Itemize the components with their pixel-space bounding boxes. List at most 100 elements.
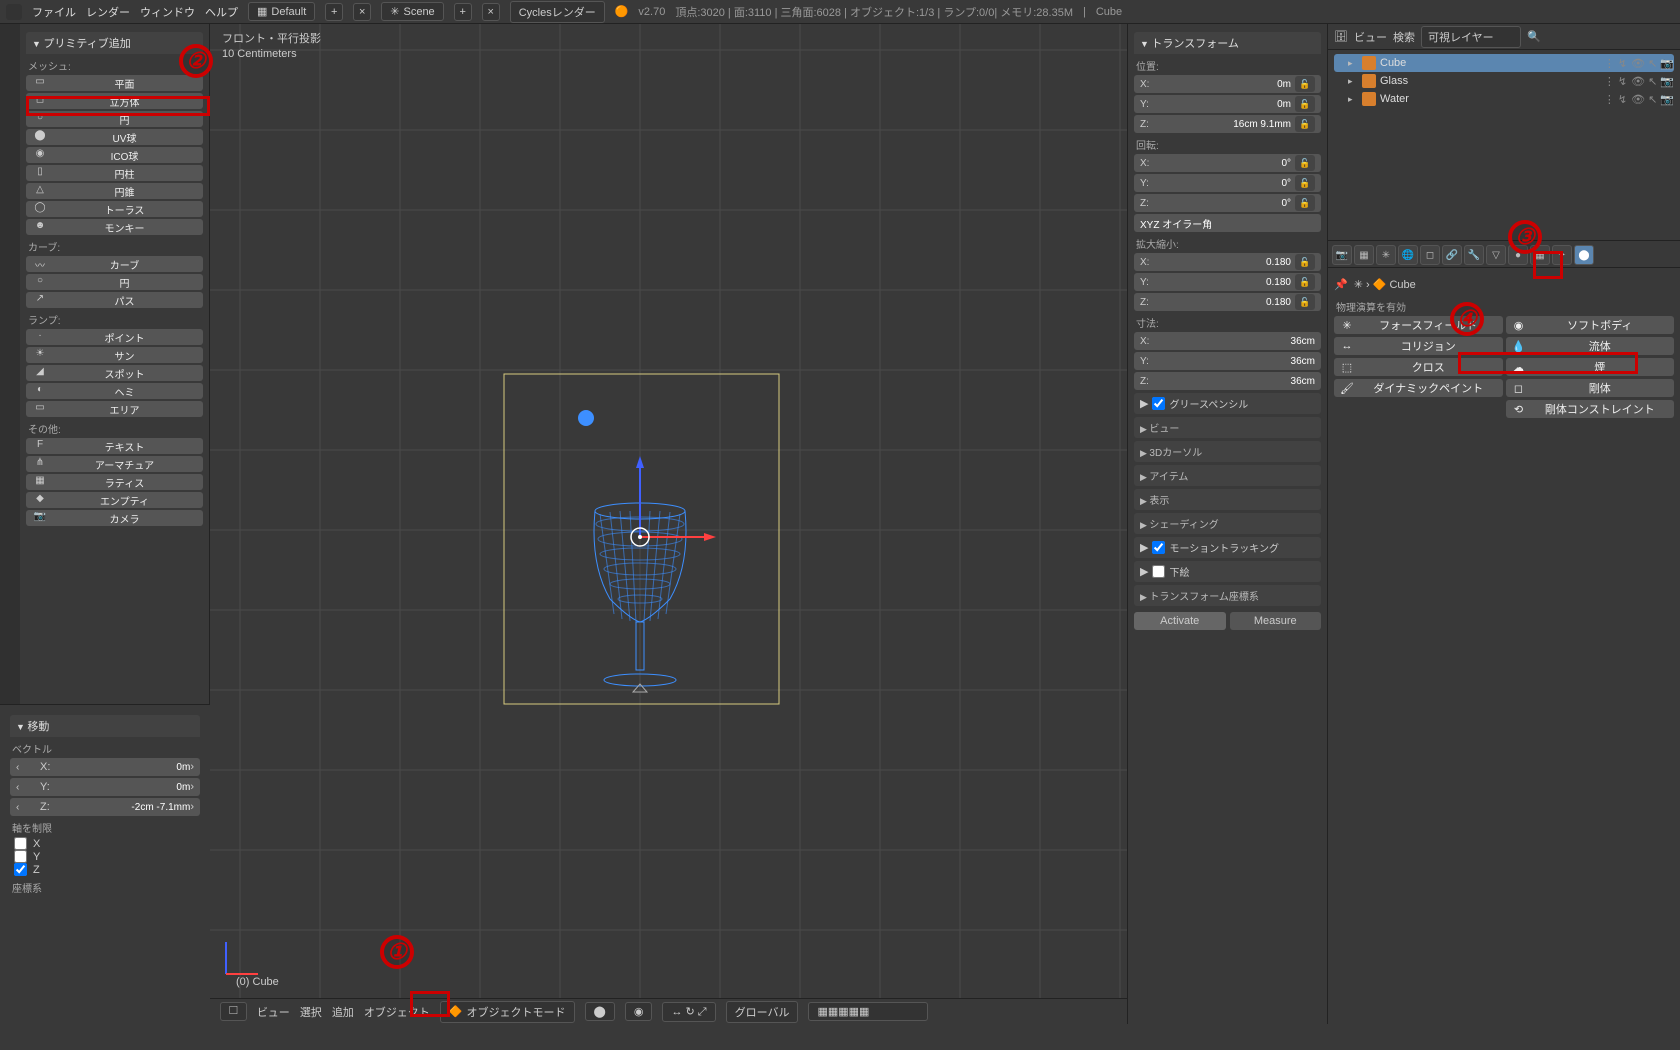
menu-file[interactable]: ファイル xyxy=(32,4,76,20)
cursor-icon[interactable]: ↖ xyxy=(1648,75,1657,88)
curve-item-0[interactable]: 〰カーブ xyxy=(26,256,203,272)
vec-y[interactable]: ‹Y:0m› xyxy=(10,778,200,796)
tab-scene[interactable]: ✳ xyxy=(1376,245,1396,265)
physics-クロス[interactable]: ⬚クロス xyxy=(1334,358,1503,376)
curve-item-2[interactable]: ↗パス xyxy=(26,292,203,308)
physics-ソフトボディ[interactable]: ◉ソフトボディ xyxy=(1506,316,1675,334)
scl-x[interactable]: X:0.180🔓 xyxy=(1134,253,1321,271)
outliner-row-cube[interactable]: ▸Cube⋮ ↯👁↖📷 xyxy=(1334,54,1674,72)
dim-x[interactable]: X:36cm xyxy=(1134,332,1321,350)
tab-modifiers[interactable]: 🔧 xyxy=(1464,245,1484,265)
vf-view[interactable]: ビュー xyxy=(257,1004,290,1020)
pin-icon[interactable]: 📌 xyxy=(1334,278,1348,291)
editor-type-icon[interactable]: 🞎 xyxy=(220,1002,247,1021)
mesh-item-1[interactable]: ◻立方体 xyxy=(26,93,203,109)
n-section-3[interactable]: アイテム xyxy=(1134,465,1321,486)
vf-add[interactable]: 追加 xyxy=(332,1004,354,1020)
pivot-select[interactable]: ◉ xyxy=(625,1002,653,1021)
rot-x[interactable]: X:0°🔓 xyxy=(1134,154,1321,172)
other-item-0[interactable]: Fテキスト xyxy=(26,438,203,454)
viewport-3d[interactable]: フロント・平行投影 10 Centimeters xyxy=(210,24,1127,1024)
mesh-item-8[interactable]: ☻モンキー xyxy=(26,219,203,235)
vf-object[interactable]: オブジェクト xyxy=(364,1004,430,1020)
layout-add[interactable]: + xyxy=(325,3,343,21)
lamp-item-0[interactable]: ·ポイント xyxy=(26,329,203,345)
layout-remove[interactable]: × xyxy=(353,3,371,21)
outliner-row-glass[interactable]: ▸Glass⋮ ↯👁↖📷 xyxy=(1334,72,1674,90)
scene-add[interactable]: + xyxy=(454,3,472,21)
physics-剛体[interactable]: ◻剛体 xyxy=(1506,379,1675,397)
eye-icon[interactable]: 👁 xyxy=(1631,75,1645,88)
physics-ダイナミックペイント[interactable]: 🖌ダイナミックペイント xyxy=(1334,379,1503,397)
vf-select[interactable]: 選択 xyxy=(300,1004,322,1020)
constrain-y[interactable] xyxy=(14,850,27,863)
tab-render[interactable]: 📷 xyxy=(1332,245,1352,265)
cursor-icon[interactable]: ↖ xyxy=(1648,93,1657,106)
mesh-item-4[interactable]: ◉ICO球 xyxy=(26,147,203,163)
filter-icon[interactable]: 🔍 xyxy=(1527,30,1541,43)
move-header[interactable]: 移動 xyxy=(10,715,200,737)
orient-select[interactable]: グローバル xyxy=(726,1001,799,1023)
lamp-item-1[interactable]: ☀サン xyxy=(26,347,203,363)
tab-particles[interactable]: ✦ xyxy=(1552,245,1572,265)
tab-data[interactable]: ▽ xyxy=(1486,245,1506,265)
tab-world[interactable]: 🌐 xyxy=(1398,245,1418,265)
physics-剛体コンストレイント[interactable]: ⟲剛体コンストレイント xyxy=(1506,400,1675,418)
other-item-4[interactable]: 📷カメラ xyxy=(26,510,203,526)
n-section-5[interactable]: シェーディング xyxy=(1134,513,1321,534)
toolshelf-tabs[interactable] xyxy=(0,24,20,704)
scl-y[interactable]: Y:0.180🔓 xyxy=(1134,273,1321,291)
mesh-item-2[interactable]: ○円 xyxy=(26,111,203,127)
other-item-1[interactable]: ⋔アーマチュア xyxy=(26,456,203,472)
mesh-item-3[interactable]: ⬤UV球 xyxy=(26,129,203,145)
properties-tabs[interactable]: 📷 ▦ ✳ 🌐 ◻ 🔗 🔧 ▽ ● ▦ ✦ ⬤ xyxy=(1328,240,1680,268)
other-item-3[interactable]: ◆エンプティ xyxy=(26,492,203,508)
n-section-2[interactable]: 3Dカーソル xyxy=(1134,441,1321,462)
constrain-z[interactable] xyxy=(14,863,27,876)
menu-render[interactable]: レンダー xyxy=(86,4,130,20)
camera-icon[interactable]: 📷 xyxy=(1660,75,1674,88)
loc-x[interactable]: X:0m🔓 xyxy=(1134,75,1321,93)
menu-help[interactable]: ヘルプ xyxy=(205,4,238,20)
mesh-item-7[interactable]: ◯トーラス xyxy=(26,201,203,217)
n-section-4[interactable]: 表示 xyxy=(1134,489,1321,510)
layers-widget[interactable]: ▦▦▦▦▦ xyxy=(808,1002,928,1021)
tab-texture[interactable]: ▦ xyxy=(1530,245,1550,265)
activate-button[interactable]: Activate xyxy=(1134,612,1226,630)
other-item-2[interactable]: ▦ラティス xyxy=(26,474,203,490)
n-section-6[interactable]: ▶ モーショントラッキング xyxy=(1134,537,1321,558)
loc-z[interactable]: Z:16cm 9.1mm🔓 xyxy=(1134,115,1321,133)
dim-z[interactable]: Z:36cm xyxy=(1134,372,1321,390)
lock-icon[interactable]: 🔓 xyxy=(1295,76,1315,92)
tab-object[interactable]: ◻ xyxy=(1420,245,1440,265)
rot-y[interactable]: Y:0°🔓 xyxy=(1134,174,1321,192)
measure-button[interactable]: Measure xyxy=(1230,612,1322,630)
scl-z[interactable]: Z:0.180🔓 xyxy=(1134,293,1321,311)
engine-select[interactable]: Cyclesレンダー xyxy=(510,1,605,23)
lamp-item-3[interactable]: ◐ヘミ xyxy=(26,383,203,399)
constrain-x[interactable] xyxy=(14,837,27,850)
outliner-row-water[interactable]: ▸Water⋮ ↯👁↖📷 xyxy=(1334,90,1674,108)
tab-constraints[interactable]: 🔗 xyxy=(1442,245,1462,265)
viewport-header[interactable]: 🞎 ビュー 選択 追加 オブジェクト 🔶 オブジェクトモード ⬤ ◉ ↔ ↻ ⤢… xyxy=(210,998,1127,1024)
n-section-0[interactable]: ▶ グリースペンシル xyxy=(1134,393,1321,414)
mesh-item-5[interactable]: ▯円柱 xyxy=(26,165,203,181)
tab-material[interactable]: ● xyxy=(1508,245,1528,265)
n-section-7[interactable]: ▶ 下絵 xyxy=(1134,561,1321,582)
eye-icon[interactable]: 👁 xyxy=(1631,57,1645,70)
dim-y[interactable]: Y:36cm xyxy=(1134,352,1321,370)
outliner-header[interactable]: 🗄 ビュー 検索 可視レイヤー 🔍 xyxy=(1328,24,1680,50)
shading-select[interactable]: ⬤ xyxy=(585,1002,615,1021)
loc-y[interactable]: Y:0m🔓 xyxy=(1134,95,1321,113)
tab-physics[interactable]: ⬤ xyxy=(1574,245,1594,265)
camera-icon[interactable]: 📷 xyxy=(1660,93,1674,106)
vec-x[interactable]: ‹X:0m› xyxy=(10,758,200,776)
menu-window[interactable]: ウィンドウ xyxy=(140,4,195,20)
info-header[interactable]: ファイル レンダー ウィンドウ ヘルプ ▦ Default + × ✳ Scen… xyxy=(0,0,1680,24)
n-section-1[interactable]: ビュー xyxy=(1134,417,1321,438)
transform-header[interactable]: トランスフォーム xyxy=(1134,32,1321,54)
rot-z[interactable]: Z:0°🔓 xyxy=(1134,194,1321,212)
physics-煙[interactable]: ☁煙 xyxy=(1506,358,1675,376)
curve-item-1[interactable]: ○円 xyxy=(26,274,203,290)
camera-icon[interactable]: 📷 xyxy=(1660,57,1674,70)
